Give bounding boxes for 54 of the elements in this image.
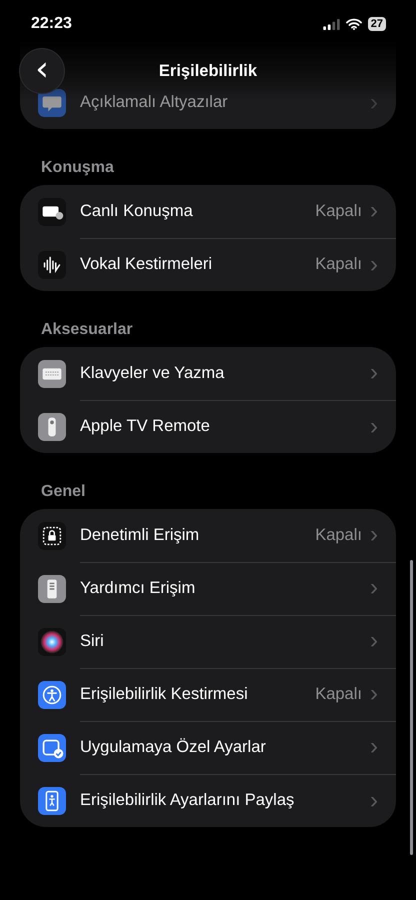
chevron-icon: › xyxy=(370,523,378,547)
row-label: Denetimli Erişim xyxy=(80,526,200,544)
row-label: Apple TV Remote xyxy=(80,417,211,436)
row-value: Kapalı xyxy=(315,202,362,220)
row-label: Canlı Konuşma xyxy=(80,202,194,220)
chevron-icon: › xyxy=(370,361,378,385)
row-label: Uygulamaya Özel Ayarlar xyxy=(80,738,267,756)
chevron-icon: › xyxy=(370,682,378,706)
siri-orb-icon xyxy=(38,628,66,656)
chevron-icon: › xyxy=(370,788,378,812)
row-label: Erişilebilirlik Kestirmesi xyxy=(80,684,249,704)
battery-indicator: 27 xyxy=(368,17,386,31)
phone-icon xyxy=(38,574,66,602)
row-label: Siri xyxy=(80,632,105,650)
chevron-icon: › xyxy=(370,735,378,759)
chevron-icon: › xyxy=(370,199,378,223)
chevron-icon: › xyxy=(370,576,378,600)
row-label: Yardımcı Erişim xyxy=(80,578,196,598)
settings-row[interactable]: Erişilebilirlik Ayarlarını Paylaş › xyxy=(20,774,396,827)
accessibility-icon xyxy=(38,680,66,708)
settings-row[interactable]: Apple TV Remote › xyxy=(20,400,396,453)
app-check-icon xyxy=(38,734,66,762)
row-label: Vokal Kestirmeleri xyxy=(80,255,214,274)
chevron-icon: › xyxy=(370,90,378,114)
page-title: Erişilebilirlik xyxy=(158,62,258,80)
signal-icon xyxy=(322,18,340,30)
section-header: Aksesuarlar xyxy=(40,320,134,340)
settings-row[interactable]: Denetimli Erişim Kapalı › xyxy=(20,509,396,562)
row-label: Klavyeler ve Yazma xyxy=(80,364,226,382)
settings-row[interactable]: Yardımcı Erişim › xyxy=(20,562,396,615)
settings-row[interactable]: Klavyeler ve Yazma › xyxy=(20,347,396,400)
row-label: Açıklamalı Altyazılar xyxy=(80,93,229,112)
status-time: 22:23 xyxy=(31,15,72,33)
settings-row[interactable]: Uygulamaya Özel Ayarlar › xyxy=(20,721,396,774)
settings-row[interactable]: Erişilebilirlik Kestirmesi Kapalı › xyxy=(20,668,396,721)
chevron-icon: › xyxy=(370,252,378,276)
settings-row[interactable]: Canlı Konuşma Kapalı › xyxy=(20,185,396,238)
section-header: Konuşma xyxy=(40,158,115,178)
chevron-icon: › xyxy=(370,414,378,438)
section-header: Genel xyxy=(40,482,86,502)
row-value: Kapalı xyxy=(315,526,362,544)
keyboard-speaker-icon xyxy=(38,198,66,226)
row-label: Erişilebilirlik Ayarlarını Paylaş xyxy=(80,791,296,810)
person-card-icon xyxy=(38,786,66,814)
waveform-icon xyxy=(38,250,66,278)
keyboard-icon xyxy=(38,360,66,388)
remote-icon xyxy=(38,412,66,440)
lock-icon xyxy=(38,522,66,550)
row-value: Kapalı xyxy=(315,684,362,704)
settings-row[interactable]: Vokal Kestirmeleri Kapalı › xyxy=(20,238,396,291)
row-value: Kapalı xyxy=(315,255,362,274)
wifi-icon xyxy=(346,18,362,30)
settings-row[interactable]: Siri › xyxy=(20,615,396,668)
chevron-icon: › xyxy=(370,629,378,653)
